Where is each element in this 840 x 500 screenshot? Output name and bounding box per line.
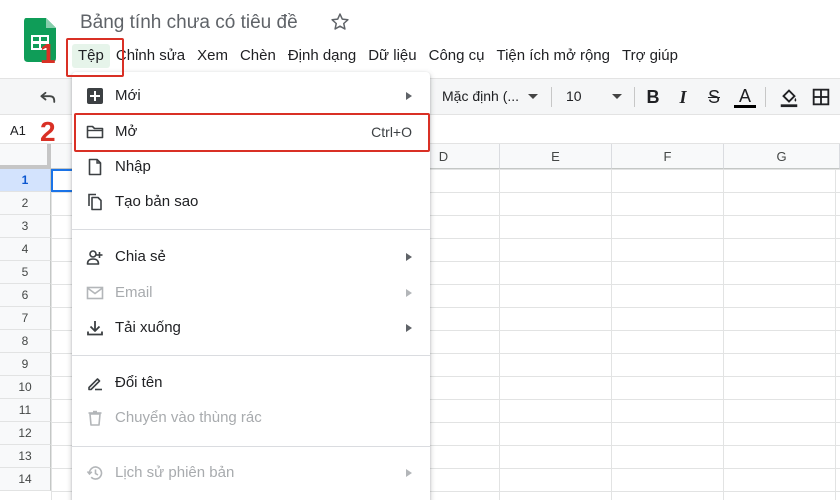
menu-item-move-to-trash: Chuyển vào thùng rác — [72, 401, 430, 435]
column-header-f[interactable]: F — [612, 144, 724, 169]
menu-help[interactable]: Trợ giúp — [616, 44, 684, 68]
menu-insert[interactable]: Chèn — [234, 44, 282, 68]
menu-item-move-to-trash-label: Chuyển vào thùng rác — [115, 409, 262, 426]
menu-item-download-label: Tải xuống — [115, 319, 181, 336]
row-header-9[interactable]: 9 — [0, 353, 51, 376]
history-icon — [86, 466, 103, 480]
menu-divider — [72, 446, 430, 447]
share-person-icon — [86, 250, 103, 265]
menu-item-share[interactable]: Chia sẻ — [72, 240, 430, 274]
menu-view[interactable]: Xem — [191, 44, 234, 68]
submenu-arrow-icon — [406, 469, 412, 477]
row-header-2[interactable]: 2 — [0, 192, 51, 215]
row-header-6[interactable]: 6 — [0, 284, 51, 307]
menu-item-import-label: Nhập — [115, 158, 151, 175]
menu-item-import[interactable]: Nhập — [72, 150, 430, 184]
menu-divider — [72, 355, 430, 356]
row-header-4[interactable]: 4 — [0, 238, 51, 261]
menu-item-share-label: Chia sẻ — [115, 248, 166, 265]
menu-item-rename-label: Đổi tên — [115, 374, 163, 391]
menu-divider — [72, 229, 430, 230]
italic-button[interactable]: I — [672, 86, 694, 108]
row-header-12[interactable]: 12 — [0, 422, 51, 445]
fill-color-icon[interactable] — [778, 86, 800, 108]
annotation-step-1: 1 — [40, 38, 56, 69]
submenu-arrow-icon — [406, 253, 412, 261]
menu-item-email: Email — [72, 276, 430, 310]
menu-data[interactable]: Dữ liệu — [362, 44, 422, 68]
row-header-11[interactable]: 11 — [0, 399, 51, 422]
annotation-highlight-open-item — [74, 113, 430, 152]
font-size-caret-icon[interactable] — [612, 94, 622, 99]
annotation-step-2: 2 — [40, 116, 56, 147]
menu-bar: Tệp Chỉnh sửa Xem Chèn Định dạng Dữ liệu… — [72, 44, 684, 68]
text-color-button[interactable]: A — [734, 86, 756, 108]
menu-item-new-label: Mới — [115, 87, 141, 104]
row-header-1[interactable]: 1 — [0, 169, 51, 192]
menu-item-version-history-label: Lịch sử phiên bản — [115, 464, 235, 481]
name-box[interactable]: A1 — [10, 123, 26, 138]
menu-item-new[interactable]: Mới — [72, 79, 430, 113]
menu-item-version-history: Lịch sử phiên bản — [72, 456, 430, 490]
submenu-arrow-icon — [406, 92, 412, 100]
document-title[interactable]: Bảng tính chưa có tiêu đề — [80, 12, 298, 34]
toolbar-divider — [634, 87, 635, 107]
trash-icon — [88, 410, 102, 426]
row-header-14[interactable]: 14 — [0, 468, 51, 491]
download-icon — [87, 321, 103, 336]
toolbar-divider — [551, 87, 552, 107]
row-header-10[interactable]: 10 — [0, 376, 51, 399]
menu-item-make-copy-label: Tạo bản sao — [115, 193, 199, 210]
row-header-7[interactable]: 7 — [0, 307, 51, 330]
row-header-5[interactable]: 5 — [0, 261, 51, 284]
rename-icon — [88, 378, 102, 391]
menu-item-rename[interactable]: Đổi tên — [72, 366, 430, 400]
submenu-arrow-icon — [406, 324, 412, 332]
star-icon[interactable] — [330, 12, 350, 32]
menu-extensions[interactable]: Tiện ích mở rộng — [490, 44, 616, 68]
menu-item-download[interactable]: Tải xuống — [72, 311, 430, 345]
toolbar-divider — [765, 87, 766, 107]
font-size-select[interactable]: 10 — [566, 88, 582, 104]
file-icon — [88, 158, 102, 176]
font-family-select[interactable]: Mặc định (... — [442, 88, 519, 104]
strikethrough-button[interactable]: S — [703, 86, 725, 108]
menu-tools[interactable]: Công cụ — [423, 44, 491, 68]
submenu-arrow-icon — [406, 289, 412, 297]
column-header-e[interactable]: E — [500, 144, 612, 169]
undo-icon[interactable] — [38, 87, 58, 107]
mail-icon — [86, 286, 104, 300]
menu-item-email-label: Email — [115, 284, 153, 301]
bold-button[interactable]: B — [642, 86, 664, 108]
borders-icon[interactable] — [810, 86, 832, 108]
annotation-highlight-file-menu — [66, 38, 124, 77]
new-icon — [87, 88, 103, 104]
font-family-caret-icon[interactable] — [528, 94, 538, 99]
column-header-g[interactable]: G — [724, 144, 840, 169]
row-header-8[interactable]: 8 — [0, 330, 51, 353]
menu-format[interactable]: Định dạng — [282, 44, 362, 68]
copy-icon — [88, 193, 102, 211]
menu-item-make-copy[interactable]: Tạo bản sao — [72, 185, 430, 219]
row-header-13[interactable]: 13 — [0, 445, 51, 468]
row-header-3[interactable]: 3 — [0, 215, 51, 238]
